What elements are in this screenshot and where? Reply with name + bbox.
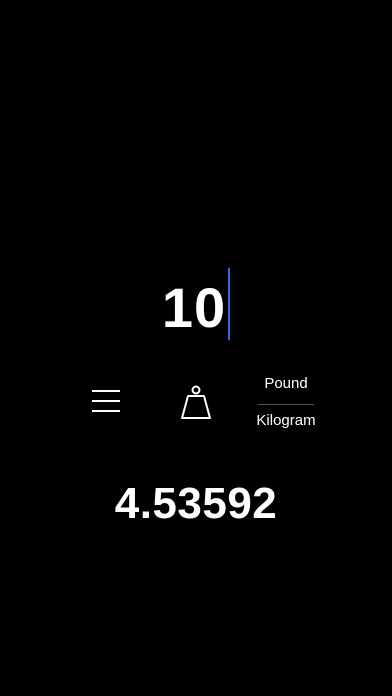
input-row[interactable]: 10 <box>0 266 392 342</box>
menu-icon <box>92 390 120 392</box>
unit-from-label[interactable]: Pound <box>250 375 322 393</box>
unit-divider <box>258 404 314 405</box>
result-value: 4.53592 <box>114 479 278 528</box>
menu-button[interactable] <box>86 386 126 416</box>
converter-screen: 10 Pound Kilogram 4.53592 <box>0 0 392 696</box>
result-row: 4.53592 <box>0 478 392 530</box>
unit-to-label[interactable]: Kilogram <box>250 412 322 430</box>
category-button[interactable] <box>176 384 216 424</box>
unit-selector[interactable]: Pound Kilogram <box>250 372 322 432</box>
weight-icon <box>181 385 211 419</box>
text-caret <box>228 268 231 340</box>
input-value[interactable]: 10 <box>162 280 226 336</box>
controls-row: Pound Kilogram <box>0 366 392 436</box>
